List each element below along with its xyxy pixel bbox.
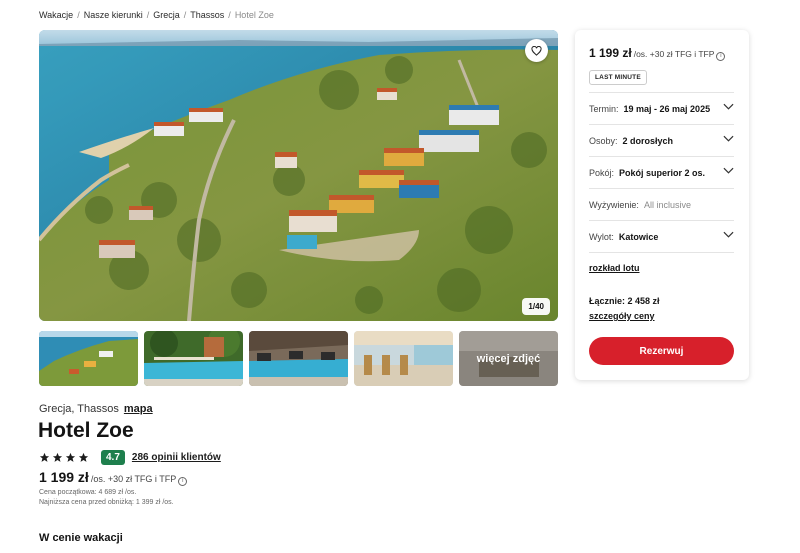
info-icon[interactable]: i: [716, 52, 726, 61]
persons-value: 2 dorosłych: [622, 135, 674, 146]
price-suffix: /os. +30 zł TFG i TFP: [90, 474, 177, 484]
term-value: 19 maj - 26 maj 2025: [623, 103, 711, 114]
flight-selector[interactable]: Wylot: Katowice: [589, 220, 734, 252]
room-label: Pokój:: [589, 167, 615, 178]
divider: [589, 252, 734, 253]
breadcrumb: Wakacje / Nasze kierunki / Grecja / Thassos / Ho…: [39, 10, 274, 20]
thumbnail-4[interactable]: [354, 331, 453, 386]
term-selector[interactable]: Termin: 19 maj - 26 maj 2025: [589, 92, 734, 124]
booking-price-amount: 1 199 zł: [589, 46, 632, 60]
star-icon: [52, 452, 63, 462]
book-button[interactable]: Rezerwuj: [589, 337, 734, 365]
start-price-note: Cena początkowa: 4 689 zł /os.: [39, 489, 137, 496]
location-text: Grecja, Thassos: [39, 403, 119, 415]
booking-card: 1 199 zł /os. +30 zł TFG i TFP i LAST MI…: [575, 30, 749, 380]
price-details-link[interactable]: szczegóły ceny: [589, 311, 655, 321]
flight-value: Katowice: [618, 231, 659, 242]
info-icon[interactable]: i: [178, 477, 188, 486]
more-photos-label: więcej zdjęć: [459, 331, 558, 386]
chevron-down-icon: [723, 231, 734, 238]
term-label: Termin:: [589, 103, 619, 114]
breadcrumb-item-thassos[interactable]: Thassos: [190, 10, 224, 20]
favorite-button[interactable]: [525, 39, 548, 62]
room-value: Pokój superior 2 os.: [619, 167, 706, 178]
room-selector[interactable]: Pokój: Pokój superior 2 os.: [589, 156, 734, 188]
star-rating: [39, 452, 89, 463]
price-amount: 1 199 zł: [39, 469, 89, 485]
last-minute-badge: LAST MINUTE: [589, 70, 647, 85]
thumbnail-pool-image: [144, 331, 243, 386]
thumbnail-more[interactable]: więcej zdjęć: [459, 331, 558, 386]
hotel-location: Grecja, Thassos mapa: [39, 403, 153, 415]
hotel-name: Hotel Zoe: [38, 419, 134, 442]
board-label: Wyżywienie:: [589, 199, 639, 210]
breadcrumb-item-grecja[interactable]: Grecja: [153, 10, 180, 20]
flight-label: Wylot:: [589, 231, 614, 242]
reviews-link[interactable]: 286 opinii klientów: [132, 452, 221, 463]
hero-photo[interactable]: 1/40: [39, 30, 558, 321]
flight-schedule-link[interactable]: rozkład lotu: [589, 263, 640, 273]
section-in-price-title: W cenie wakacji: [39, 532, 123, 544]
star-icon: [65, 452, 76, 462]
lowest-price-note: Najniższa cena przed obniżką: 1 399 zł /…: [39, 499, 174, 506]
photo-counter: 1/40: [522, 298, 550, 315]
thumbnail-2[interactable]: [144, 331, 243, 386]
booking-price-suffix: /os. +30 zł TFG i TFP: [633, 49, 715, 59]
thumbnail-restaurant-image: [354, 331, 453, 386]
persons-selector[interactable]: Osoby: 2 dorosłych: [589, 124, 734, 156]
total-price: Łącznie: 2 458 zł: [589, 296, 660, 306]
breadcrumb-item-wakacje[interactable]: Wakacje: [39, 10, 73, 20]
persons-label: Osoby:: [589, 135, 618, 146]
thumbnail-1[interactable]: [39, 331, 138, 386]
breadcrumb-item-kierunki[interactable]: Nasze kierunki: [84, 10, 143, 20]
thumbnail-3[interactable]: [249, 331, 348, 386]
chevron-down-icon: [723, 167, 734, 174]
rating-row: 4.7 286 opinii klientów: [39, 449, 221, 465]
price-summary: 1 199 zł /os. +30 zł TFG i TFP i: [39, 469, 188, 486]
chevron-down-icon: [723, 135, 734, 142]
thumbnail-terrace-image: [249, 331, 348, 386]
breadcrumb-current: Hotel Zoe: [234, 10, 274, 20]
hotel-aerial-image: [39, 30, 558, 321]
chevron-down-icon: [723, 103, 734, 110]
thumbnail-strip: więcej zdjęć: [39, 331, 558, 386]
thumbnail-aerial-image: [39, 331, 138, 386]
booking-price: 1 199 zł /os. +30 zł TFG i TFP i: [589, 46, 726, 61]
heart-icon: [531, 45, 542, 56]
map-link[interactable]: mapa: [124, 403, 153, 415]
star-icon: [39, 452, 50, 462]
board-row: Wyżywienie: All inclusive: [589, 188, 734, 220]
star-icon: [78, 452, 89, 462]
board-value: All inclusive: [643, 199, 691, 210]
review-score: 4.7: [101, 449, 125, 465]
